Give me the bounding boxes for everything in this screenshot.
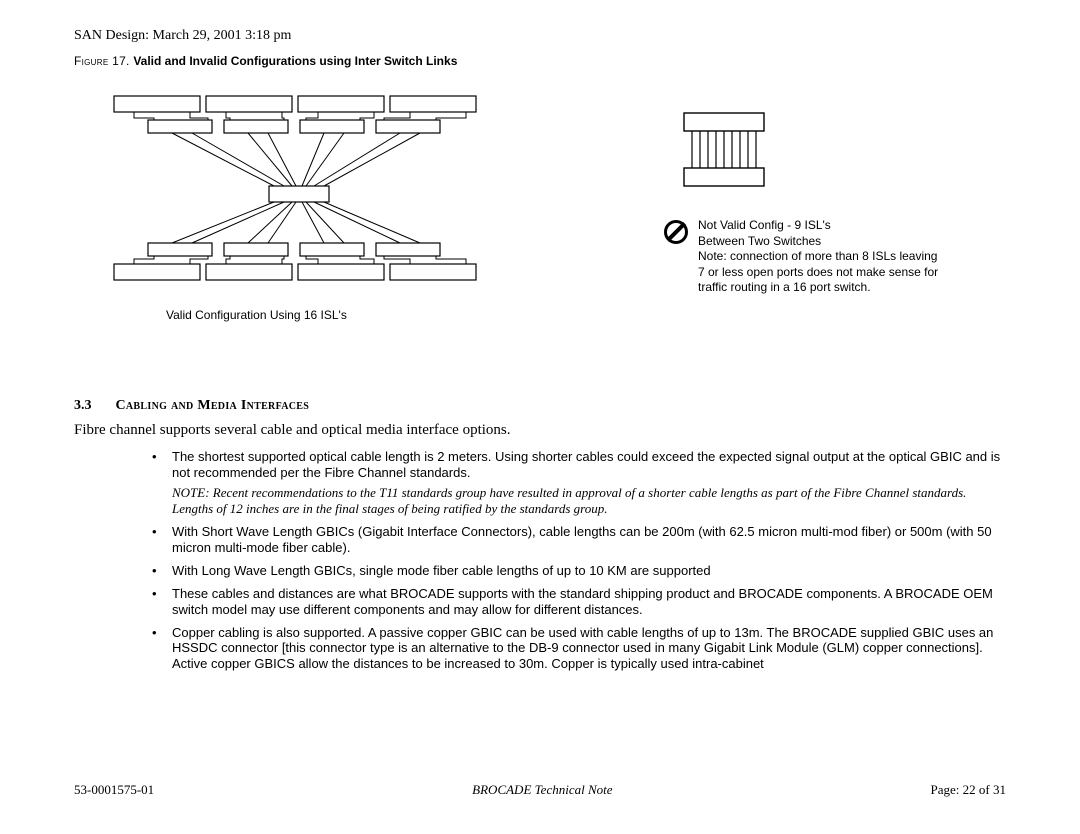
invalid-line-1: Not Valid Config - 9 ISL's (698, 218, 938, 234)
section-intro: Fibre channel supports several cable and… (74, 422, 1006, 439)
list-item: These cables and distances are what BROC… (152, 586, 1006, 618)
page-header: SAN Design: March 29, 2001 3:18 pm (74, 28, 1006, 44)
bullet-list: The shortest supported optical cable len… (152, 449, 1006, 672)
footer-docnum: 53-0001575-01 (74, 782, 154, 798)
prohibit-icon (664, 220, 688, 244)
footer-page: Page: 22 of 31 (931, 782, 1006, 798)
list-item: Copper cabling is also supported. A pass… (152, 625, 1006, 673)
valid-config-caption: Valid Configuration Using 16 ISL's (166, 308, 347, 322)
figure-label-title: Valid and Invalid Configurations using I… (133, 54, 457, 68)
invalid-line-2: Between Two Switches (698, 234, 938, 250)
bullet-text: With Short Wave Length GBICs (Gigabit In… (172, 524, 992, 555)
figure-area: Valid Configuration Using 16 ISL's (74, 78, 1006, 398)
section-heading: 3.3 Cabling and Media Interfaces (74, 398, 1006, 414)
figure-caption: Figure 17. Valid and Invalid Configurati… (74, 54, 1006, 68)
bullet-text: Copper cabling is also supported. A pass… (172, 625, 993, 672)
section-number: 3.3 (74, 398, 92, 414)
footer-title: BROCADE Technical Note (472, 782, 612, 798)
bullet-text: These cables and distances are what BROC… (172, 586, 993, 617)
invalid-line-5: traffic routing in a 16 port switch. (698, 280, 938, 296)
valid-config-diagram (74, 78, 504, 308)
bullet-text: The shortest supported optical cable len… (172, 449, 1000, 480)
invalid-line-4: 7 or less open ports does not make sense… (698, 265, 938, 281)
bullet-text: With Long Wave Length GBICs, single mode… (172, 563, 711, 578)
invalid-config-diagram (674, 108, 774, 198)
bullet-note: NOTE: Recent recommendations to the T11 … (172, 485, 1006, 518)
section-title: Cabling and Media Interfaces (116, 398, 310, 414)
page-footer: 53-0001575-01 BROCADE Technical Note Pag… (74, 782, 1006, 798)
invalid-line-3: Note: connection of more than 8 ISLs lea… (698, 249, 938, 265)
figure-label-prefix: Figure 17. (74, 54, 133, 68)
list-item: With Short Wave Length GBICs (Gigabit In… (152, 524, 1006, 556)
list-item: The shortest supported optical cable len… (152, 449, 1006, 517)
list-item: With Long Wave Length GBICs, single mode… (152, 563, 1006, 579)
invalid-config-note: Not Valid Config - 9 ISL's Between Two S… (664, 218, 999, 296)
